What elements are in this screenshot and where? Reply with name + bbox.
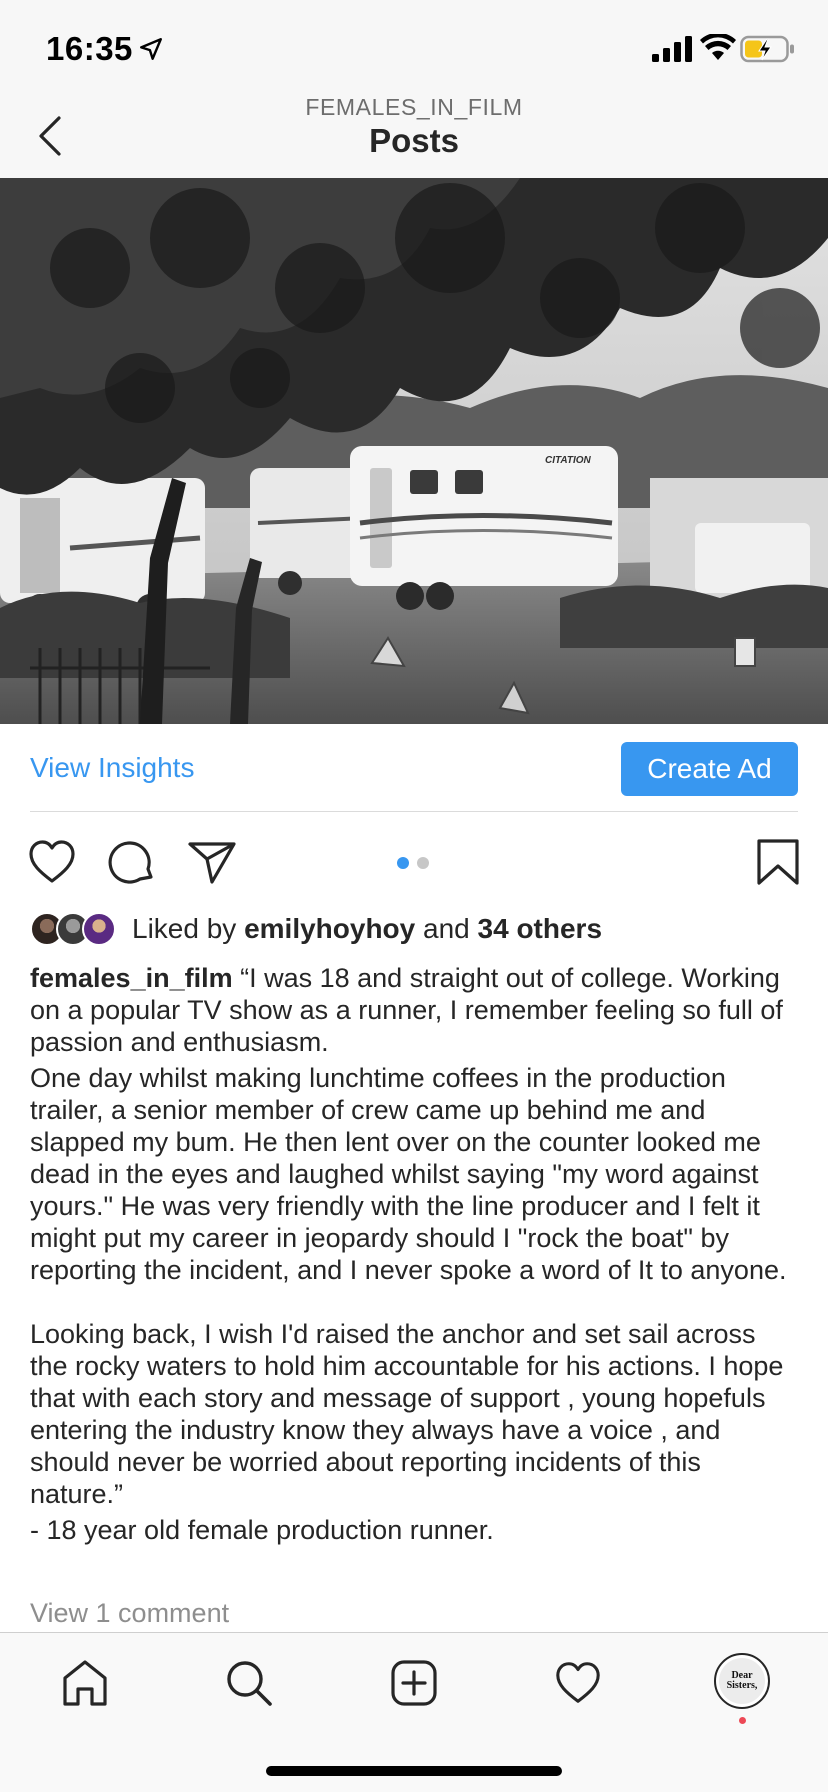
home-icon [63, 1660, 107, 1706]
post-caption: females_in_film “I was 18 and straight o… [30, 962, 800, 1546]
new-post-icon [391, 1660, 437, 1706]
share-direct-icon[interactable] [186, 836, 238, 888]
post-image: CITATION [0, 178, 828, 724]
view-comments-link[interactable]: View 1 comment [30, 1598, 229, 1629]
caption-paragraph: females_in_film “I was 18 and straight o… [30, 963, 791, 1057]
nav-header: FEMALES_IN_FILM Posts [0, 94, 828, 178]
avatar [82, 912, 116, 946]
status-time: 16:35 [46, 30, 133, 67]
account-name: FEMALES_IN_FILM [305, 94, 523, 120]
caption-username[interactable]: females_in_film [30, 963, 233, 993]
battery-charging-icon [740, 35, 794, 63]
tab-home[interactable] [57, 1655, 113, 1711]
search-icon [227, 1661, 272, 1706]
home-indicator[interactable] [266, 1766, 562, 1776]
view-insights-link[interactable]: View Insights [30, 752, 194, 784]
wifi-icon [700, 34, 736, 60]
caption-paragraph: Looking back, I wish I'd raised the anch… [30, 1319, 791, 1509]
carousel-indicator [397, 857, 431, 869]
create-ad-button[interactable]: Create Ad [621, 742, 798, 796]
post-photo[interactable]: CITATION [0, 178, 828, 724]
tab-new-post[interactable] [386, 1655, 442, 1711]
post-actions [0, 830, 828, 892]
likes-text: Liked by emilyhoyhoy and 34 others [132, 913, 603, 944]
notification-dot [739, 1717, 746, 1724]
tab-search[interactable] [221, 1655, 277, 1711]
page-title: Posts [369, 122, 459, 159]
activity-heart-icon [556, 1662, 600, 1703]
divider [30, 811, 798, 812]
status-bar: 16:35 [0, 0, 828, 100]
carousel-dot-active [397, 857, 409, 869]
liker-avatars [30, 910, 120, 948]
location-arrow-icon [140, 38, 162, 60]
caption-signature: - 18 year old female production runner. [30, 1515, 494, 1545]
comment-icon[interactable] [106, 836, 158, 888]
bookmark-icon[interactable] [752, 836, 804, 888]
tab-profile[interactable]: Dear Sisters, [714, 1653, 770, 1709]
tab-activity[interactable] [550, 1655, 606, 1711]
like-heart-icon[interactable] [26, 836, 78, 888]
carousel-dot [417, 857, 429, 869]
svg-text:CITATION: CITATION [545, 455, 592, 466]
caption-paragraph: One day whilst making lunchtime coffees … [30, 1063, 787, 1285]
likes-others[interactable]: 34 others [478, 913, 603, 944]
cellular-signal-icon [652, 36, 692, 62]
profile-avatar: Dear Sisters, [719, 1658, 765, 1704]
likes-summary[interactable]: Liked by emilyhoyhoy and 34 others [30, 910, 810, 948]
liker-username[interactable]: emilyhoyhoy [244, 913, 415, 944]
insights-row: View Insights Create Ad [0, 724, 828, 812]
